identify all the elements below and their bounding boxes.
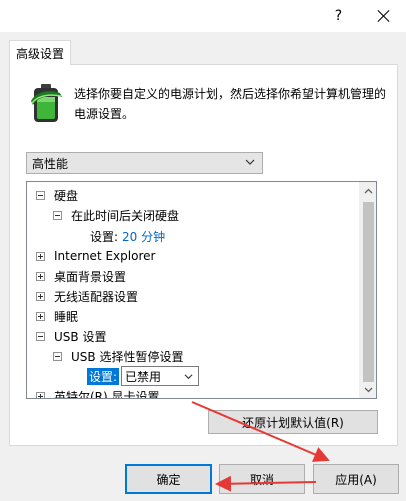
tree-item-label: 硬盘 [54,188,79,203]
scroll-up-icon[interactable] [364,187,373,196]
tree-item-label: USB 设置 [54,329,107,344]
ok-button[interactable]: 确定 [125,464,212,494]
collapse-icon[interactable] [53,210,62,220]
tree-item-sleep[interactable]: 睡眠 [36,306,78,326]
chevron-down-icon [245,159,255,165]
expand-icon[interactable] [36,391,45,398]
tree-item-label: 英特尔(R) 显卡设置 [54,389,160,399]
tree-item-usb[interactable]: USB 设置 [36,326,106,346]
setting-label-selected: 设置: [87,367,120,385]
collapse-icon[interactable] [36,190,45,200]
expand-icon[interactable] [36,251,45,261]
collapse-icon[interactable] [36,331,45,341]
tree-item-intel-graphics[interactable]: 英特尔(R) 显卡设置 [36,386,160,399]
collapse-icon[interactable] [53,351,62,361]
settings-tree[interactable]: 硬盘 在此时间后关闭硬盘 设置: 20 分钟 Internet Explorer… [26,181,377,399]
chevron-down-icon [184,374,193,380]
tree-item-usb-suspend[interactable]: USB 选择性暂停设置 [53,346,183,366]
scroll-down-icon[interactable] [364,385,373,394]
help-label: ? [334,8,343,24]
tree-setting-disk-time[interactable]: 设置: 20 分钟 [90,226,165,246]
tree-setting-usb-suspend[interactable]: 设置: 已禁用 [87,366,200,386]
cancel-button[interactable]: 取消 [219,464,305,494]
apply-label: 应用(A) [335,472,377,487]
tab-label: 高级设置 [15,46,64,61]
power-plan-value: 高性能 [32,156,69,171]
expand-icon[interactable] [36,291,45,301]
tree-item-desktop-background[interactable]: 桌面背景设置 [36,266,126,286]
help-button[interactable]: ? [316,0,361,32]
setting-value[interactable]: 20 分钟 [122,228,165,245]
apply-button[interactable]: 应用(A) [313,464,399,494]
description-text: 选择你要自定义的电源计划，然后选择你希望计算机管理的电源设置。 [74,87,387,121]
expand-icon[interactable] [36,311,45,321]
tree-item-turn-off-disk[interactable]: 在此时间后关闭硬盘 [53,205,179,225]
power-plan-dropdown[interactable]: 高性能 [26,152,263,174]
title-bar: ? [0,0,406,32]
scrollbar-thumb[interactable] [363,202,374,382]
tree-item-label: Internet Explorer [54,249,156,263]
setting-label: 设置: [90,229,119,244]
close-button[interactable] [361,0,406,32]
usb-suspend-dropdown[interactable]: 已禁用 [121,366,200,386]
tree-item-label: 在此时间后关闭硬盘 [71,208,180,223]
tree-item-wireless-adapter[interactable]: 无线适配器设置 [36,286,138,306]
restore-defaults-label: 还原计划默认值(R) [242,415,344,430]
ok-label: 确定 [156,472,181,487]
vertical-scrollbar[interactable] [359,182,376,398]
tree-item-label: 无线适配器设置 [54,289,139,304]
tree-item-hard-disk[interactable]: 硬盘 [36,185,78,205]
tab-advanced-settings[interactable]: 高级设置 [9,40,71,65]
battery-icon [31,84,62,122]
tree-item-internet-explorer[interactable]: Internet Explorer [36,246,155,266]
close-icon [378,10,390,22]
cancel-label: 取消 [249,472,274,487]
tree-item-label: USB 选择性暂停设置 [71,349,184,364]
usb-suspend-value: 已禁用 [125,369,162,384]
restore-defaults-button[interactable]: 还原计划默认值(R) [208,410,378,434]
tree-item-label: 桌面背景设置 [54,269,127,284]
expand-icon[interactable] [36,271,45,281]
tree-item-label: 睡眠 [54,309,79,324]
